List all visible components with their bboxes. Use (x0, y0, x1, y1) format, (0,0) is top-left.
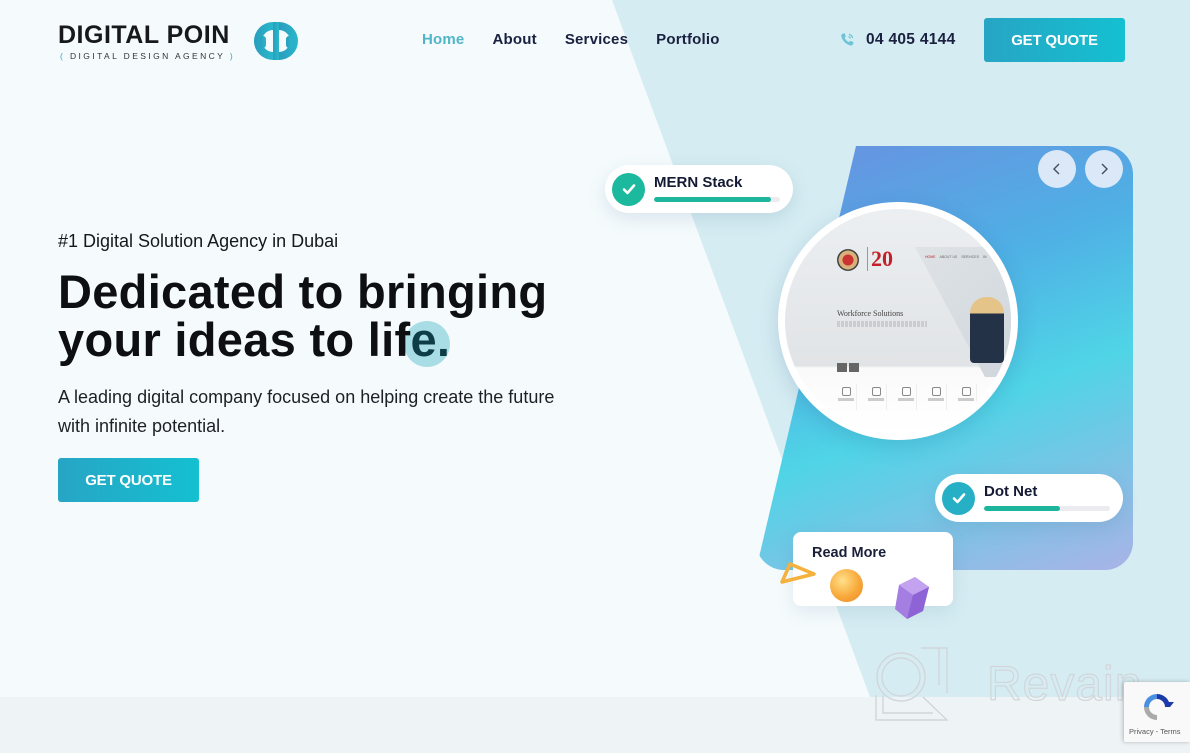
check-icon (612, 172, 645, 206)
nav-home[interactable]: Home (422, 31, 464, 48)
revain-watermark-text: Revain (986, 657, 1143, 711)
hero-showcase: 20 HOME ABOUT US SERVICES IN Workforce S… (0, 0, 1190, 753)
skill-progress-fill (984, 505, 1060, 511)
skill-progress-track (654, 196, 780, 202)
nav-portfolio[interactable]: Portfolio (656, 31, 719, 48)
phone-number: 04 405 4144 (866, 31, 956, 48)
skill-label: MERN Stack (654, 173, 743, 191)
triangle-shape-icon (780, 562, 816, 584)
nav-services[interactable]: Services (565, 31, 628, 48)
nav-about[interactable]: About (492, 31, 536, 48)
mockup-service-icons (835, 384, 977, 410)
revain-watermark: Revain (873, 645, 1142, 723)
headline-line-2: your ideas to lif (58, 313, 411, 366)
recaptcha-badge[interactable]: Privacy - Terms (1124, 682, 1190, 742)
site-header: DIGITAL POIN ( DIGITAL DESIGN AGENCY ) H… (0, 0, 1190, 80)
chevron-left-icon (1053, 163, 1060, 175)
mockup-nav: HOME ABOUT US SERVICES IN (925, 255, 987, 259)
logo-mark-icon (254, 22, 299, 60)
mockup-screenshot: 20 HOME ABOUT US SERVICES IN Workforce S… (785, 209, 1011, 433)
logo[interactable]: DIGITAL POIN ( DIGITAL DESIGN AGENCY ) (58, 18, 309, 64)
chevron-right-icon (1101, 163, 1108, 175)
cube-shape-icon (895, 577, 929, 619)
logo-subtitle: ( DIGITAL DESIGN AGENCY ) (60, 51, 236, 61)
skill-label: Dot Net (984, 482, 1038, 500)
hero-headline: Dedicated to bringing your ideas to life… (58, 265, 618, 367)
recaptcha-icon (1144, 694, 1174, 720)
mockup-slider-controls (837, 363, 859, 372)
portfolio-mockup[interactable]: 20 HOME ABOUT US SERVICES IN Workforce S… (778, 202, 1018, 440)
revain-logo-icon (875, 647, 949, 721)
hero-get-quote-button[interactable]: GET QUOTE (58, 458, 199, 502)
main-nav: Home About Services Portfolio (422, 31, 720, 48)
recaptcha-privacy-terms-links[interactable]: Privacy - Terms (1129, 727, 1181, 736)
mockup-anniversary-badge: 20 (867, 247, 893, 271)
skill-badge-dotnet: Dot Net (935, 474, 1123, 522)
mockup-logo-emblem-icon (837, 249, 859, 271)
phone-link[interactable]: 04 405 4144 (838, 31, 956, 49)
skill-progress-track (984, 505, 1110, 511)
logo-title: DIGITAL POIN (58, 21, 230, 49)
skill-progress-fill (654, 196, 772, 202)
read-more-link[interactable]: Read More (812, 545, 886, 561)
hero-lead: A leading digital company focused on hel… (58, 387, 555, 436)
headline-line-1: Dedicated to bringing (58, 265, 548, 318)
skill-badge-mern: MERN Stack (605, 165, 793, 213)
hero-eyebrow: #1 Digital Solution Agency in Dubai (58, 231, 339, 251)
mockup-title: Workforce Solutions (837, 309, 904, 318)
mockup-description (837, 321, 927, 327)
header-get-quote-button[interactable]: GET QUOTE (984, 18, 1125, 62)
mockup-person-image (970, 297, 1004, 363)
carousel-prev-button[interactable] (1038, 150, 1076, 188)
sphere-shape-icon (830, 569, 863, 602)
check-icon (942, 481, 975, 515)
carousel-next-button[interactable] (1085, 150, 1123, 188)
headline-highlight: e. (404, 313, 451, 367)
phone-icon (841, 33, 854, 46)
